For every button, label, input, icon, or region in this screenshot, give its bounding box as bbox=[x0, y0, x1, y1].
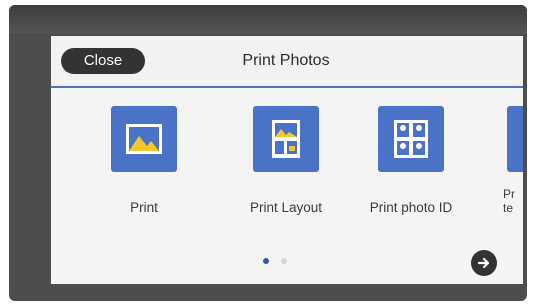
print-photo-id-tile-label: Print photo ID bbox=[369, 200, 453, 215]
printer-screen: Close Print Photos Print Print Layout Pr… bbox=[9, 5, 527, 301]
page-dot-active bbox=[263, 258, 269, 264]
layout-icon bbox=[253, 106, 319, 172]
print-photo-id-tile[interactable]: Print photo ID bbox=[352, 106, 470, 226]
print-tile[interactable]: Print bbox=[85, 106, 203, 226]
photo-id-icon bbox=[378, 106, 444, 172]
print-photos-dialog: Close Print Photos Print Print Layout Pr… bbox=[51, 36, 523, 284]
partial-tile[interactable]: Pr te bbox=[503, 106, 523, 226]
next-page-button[interactable] bbox=[471, 250, 497, 276]
partial-icon bbox=[507, 106, 523, 172]
dialog-title: Print Photos bbox=[242, 52, 330, 69]
photo-icon bbox=[111, 106, 177, 172]
print-layout-tile[interactable]: Print Layout bbox=[227, 106, 345, 226]
page-dot-inactive bbox=[281, 258, 287, 264]
dialog-header: Close Print Photos bbox=[51, 36, 523, 88]
partial-tile-label: Pr te bbox=[503, 187, 515, 215]
print-layout-tile-label: Print Layout bbox=[249, 200, 323, 215]
close-button[interactable]: Close bbox=[61, 48, 145, 74]
print-tile-label: Print bbox=[130, 200, 158, 215]
page-indicator bbox=[261, 258, 291, 266]
